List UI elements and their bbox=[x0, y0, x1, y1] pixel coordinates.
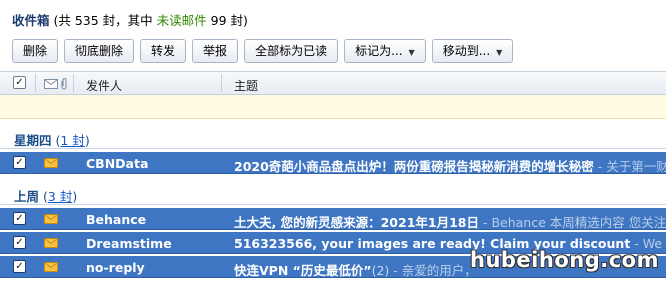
group-count-link[interactable]: 1 封 bbox=[60, 133, 84, 148]
mailbox-summary: 收件箱 (共 535 封，其中 未读邮件 99 封) bbox=[0, 0, 666, 32]
mail-count-prefix: (共 535 封，其中 bbox=[49, 13, 157, 28]
mail-sender: CBNData bbox=[86, 156, 149, 171]
mail-subject: 土大夫, 您的新灵感来源：2021年1月18日 bbox=[234, 215, 479, 230]
group-count-link[interactable]: 3 封 bbox=[48, 189, 72, 204]
row-checkbox[interactable]: ✓ bbox=[13, 260, 26, 273]
column-subject[interactable]: 主题 bbox=[234, 77, 258, 94]
mail-preview: - 关于第一财经 bbox=[597, 159, 666, 174]
mail-toolbar: 删除 彻底删除 转发 举报 全部标为已读 标记为... ▼ 移动到... ▼ bbox=[12, 39, 514, 63]
select-all-checkbox[interactable]: ✓ bbox=[13, 76, 26, 89]
group-count-open: ( bbox=[39, 189, 48, 204]
mail-preview: - 亲爱的用户， bbox=[389, 263, 477, 278]
group-name: 上周 bbox=[14, 189, 40, 204]
delete-button[interactable]: 删除 bbox=[12, 39, 59, 63]
forward-button[interactable]: 转发 bbox=[140, 39, 187, 63]
group-count-close: ) bbox=[72, 189, 78, 204]
unread-mail-link[interactable]: 未读邮件 bbox=[157, 13, 207, 28]
column-divider bbox=[35, 74, 36, 92]
group-divider bbox=[0, 148, 666, 149]
mail-row[interactable]: ✓ Behance 土大夫, 您的新灵感来源：2021年1月18日 - Beha… bbox=[0, 208, 666, 230]
mailbox-title: 收件箱 bbox=[12, 13, 50, 28]
chevron-down-icon: ▼ bbox=[408, 48, 415, 57]
mark-as-dropdown[interactable]: 标记为... ▼ bbox=[344, 39, 426, 63]
thread-count: (2) bbox=[371, 263, 390, 278]
mail-row[interactable]: ✓ CBNData 2020奇葩小商品盘点出炉！两份重磅报告揭秘新消费的增长秘密… bbox=[0, 152, 666, 174]
column-sender[interactable]: 发件人 bbox=[86, 77, 122, 94]
column-divider bbox=[73, 74, 74, 92]
mail-sender: Dreamstime bbox=[86, 236, 172, 251]
group-divider bbox=[0, 204, 666, 205]
chevron-down-icon: ▼ bbox=[496, 48, 503, 57]
paperclip-icon[interactable] bbox=[60, 77, 68, 91]
envelope-icon bbox=[44, 214, 58, 224]
mail-count-suffix: 99 封) bbox=[206, 13, 248, 28]
group-name: 星期四 bbox=[14, 133, 52, 148]
notice-strip bbox=[0, 95, 666, 119]
mail-preview: - Behance 本周精选内容 您关注的 bbox=[478, 215, 666, 230]
mail-sender: no-reply bbox=[86, 260, 145, 275]
row-checkbox[interactable]: ✓ bbox=[13, 212, 26, 225]
move-to-dropdown[interactable]: 移动到... ▼ bbox=[431, 39, 514, 63]
mail-list-header: ✓ 发件人 主题 bbox=[0, 71, 666, 95]
mail-subject: 2020奇葩小商品盘点出炉！两份重磅报告揭秘新消费的增长秘密 bbox=[234, 159, 594, 174]
envelope-icon bbox=[44, 158, 58, 168]
report-button[interactable]: 举报 bbox=[192, 39, 239, 63]
mark-all-read-button[interactable]: 全部标为已读 bbox=[244, 39, 339, 63]
group-title-thursday: 星期四 (1 封) bbox=[14, 130, 90, 149]
row-checkbox[interactable]: ✓ bbox=[13, 236, 26, 249]
move-to-label: 移动到... bbox=[442, 44, 491, 58]
envelope-icon bbox=[44, 238, 58, 248]
site-watermark: hubeihong.com bbox=[470, 248, 659, 272]
envelope-icon bbox=[44, 262, 58, 272]
row-checkbox[interactable]: ✓ bbox=[13, 156, 26, 169]
envelope-icon[interactable] bbox=[44, 79, 58, 89]
mail-subject: 快连VPN “历史最低价” bbox=[234, 263, 372, 278]
column-divider bbox=[221, 74, 222, 92]
mail-subject-cell: 2020奇葩小商品盘点出炉！两份重磅报告揭秘新消费的增长秘密 - 关于第一财经 bbox=[234, 156, 666, 174]
delete-forever-button[interactable]: 彻底删除 bbox=[64, 39, 135, 63]
mail-sender: Behance bbox=[86, 212, 147, 227]
mail-subject-cell: 快连VPN “历史最低价”(2) - 亲爱的用户， bbox=[234, 260, 477, 278]
group-title-last-week: 上周 (3 封) bbox=[14, 186, 77, 205]
mail-subject-cell: 土大夫, 您的新灵感来源：2021年1月18日 - Behance 本周精选内容… bbox=[234, 212, 666, 230]
mark-as-label: 标记为... bbox=[355, 44, 403, 58]
group-count-close: ) bbox=[84, 133, 90, 148]
